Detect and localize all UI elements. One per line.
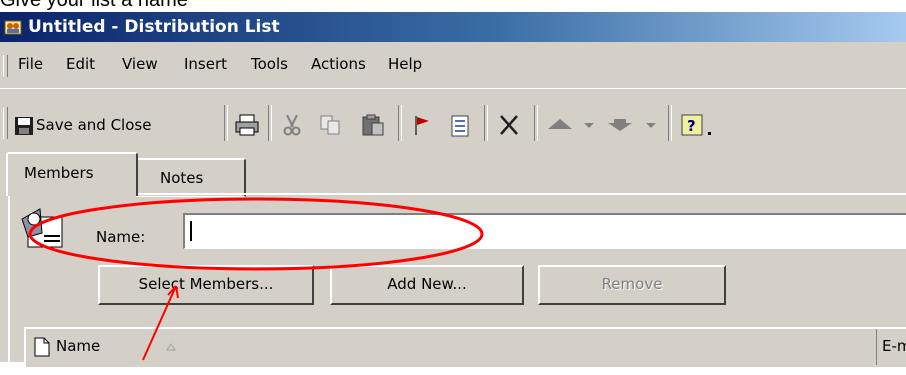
highlight-ellipse [28, 197, 484, 271]
tab-members[interactable]: Members [6, 152, 138, 196]
pointer-arrow [142, 285, 177, 361]
